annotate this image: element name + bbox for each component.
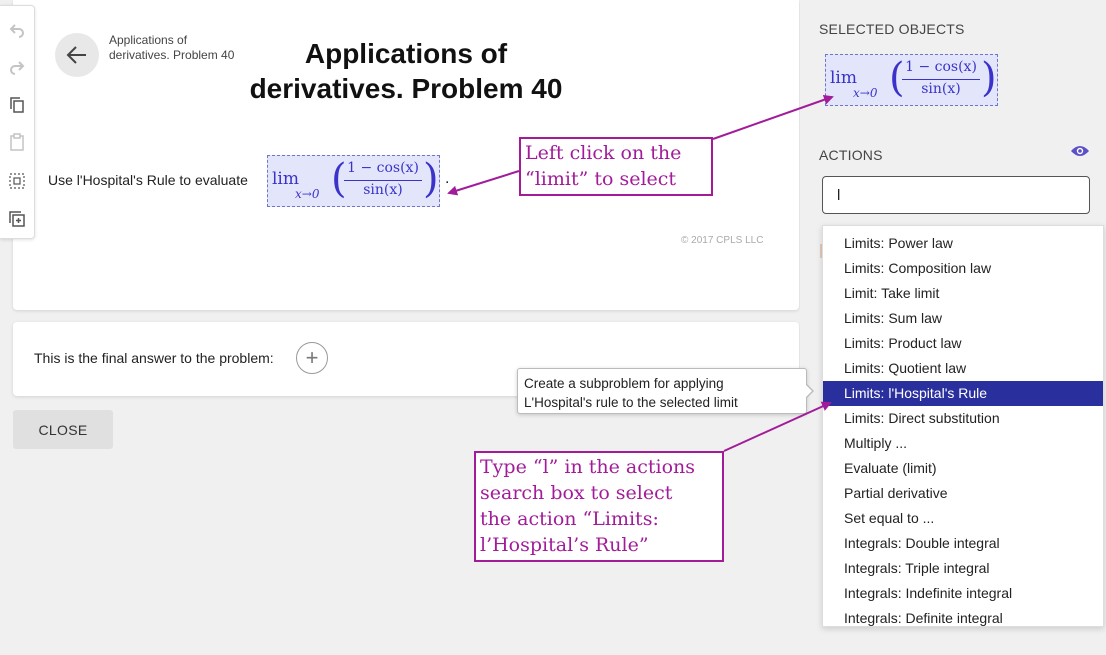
dropdown-item[interactable]: Limits: Direct substitution [823, 406, 1103, 431]
callout-line: Left click on the [525, 142, 682, 164]
dropdown-item[interactable]: Integrals: Triple integral [823, 556, 1103, 581]
fraction-bar [344, 180, 422, 181]
add-box-icon[interactable] [5, 207, 29, 231]
right-paren: ) [981, 55, 997, 101]
actions-search-input[interactable] [822, 176, 1090, 214]
add-answer-button[interactable]: + [296, 342, 328, 374]
left-toolbar [0, 5, 35, 239]
dropdown-item[interactable]: Limits: Power law [823, 231, 1103, 256]
type-l-callout: Type “l” in the actions search box to se… [474, 451, 724, 562]
trailing-period: . [445, 170, 450, 187]
arrow-left-icon [66, 46, 86, 64]
limit-subscript: x→0 [295, 187, 320, 201]
back-button[interactable] [55, 33, 99, 77]
limit-operator: lim [830, 68, 857, 88]
selected-limit-expression[interactable]: lim x→0 ( 1 − cos(x) sin(x) ) [825, 54, 998, 106]
fraction-numerator: 1 − cos(x) [905, 59, 977, 75]
dropdown-item-selected[interactable]: Limits: l'Hospital's Rule [823, 381, 1103, 406]
dropdown-item[interactable]: Integrals: Double integral [823, 531, 1103, 556]
dropdown-item[interactable]: Limits: Sum law [823, 306, 1103, 331]
dropdown-item[interactable]: Multiply ... [823, 431, 1103, 456]
actions-dropdown[interactable]: Limits: Power law Limits: Composition la… [822, 225, 1104, 627]
dropdown-item[interactable]: Set equal to ... [823, 506, 1103, 531]
callout-line: l’Hospital’s Rule” [480, 534, 649, 556]
problem-prompt: Use l'Hospital's Rule to evaluate [48, 172, 248, 188]
tooltip-line-1: Create a subproblem for applying [524, 376, 724, 391]
close-button[interactable]: CLOSE [13, 410, 113, 449]
fraction-denominator: sin(x) [921, 81, 961, 97]
fraction-numerator: 1 − cos(x) [347, 160, 419, 176]
copy-icon[interactable] [5, 93, 29, 117]
callout-line: “limit” to select [525, 168, 677, 190]
limit-operator: lim [272, 169, 299, 189]
eye-icon[interactable] [1070, 144, 1090, 163]
dropdown-item[interactable]: Limit: Take limit [823, 281, 1103, 306]
fraction-denominator: sin(x) [363, 182, 403, 198]
dropdown-item[interactable]: Integrals: Definite integral [823, 606, 1103, 626]
action-tooltip: Create a subproblem for applying L'Hospi… [517, 368, 814, 414]
dropdown-item[interactable]: Partial derivative [823, 481, 1103, 506]
limit-subscript: x→0 [853, 86, 878, 100]
tooltip-line-2: L'Hospital's rule to the selected limit [524, 395, 738, 410]
undo-icon[interactable] [5, 18, 29, 42]
page-title: Applications of derivatives. Problem 40 [249, 38, 563, 104]
callout-line: search box to select [480, 482, 673, 504]
dropdown-item[interactable]: Evaluate (limit) [823, 456, 1103, 481]
breadcrumb: Applications of derivatives. Problem 40 [109, 33, 235, 62]
callout-line: Type “l” in the actions [480, 456, 696, 478]
limit-expression[interactable]: lim x→0 ( 1 − cos(x) sin(x) ) [267, 155, 440, 207]
plus-icon: + [305, 345, 319, 370]
dropdown-item[interactable]: Limits: Composition law [823, 256, 1103, 281]
tooltip-pointer-inner [805, 384, 812, 398]
right-paren: ) [423, 156, 439, 202]
select-all-icon[interactable] [5, 169, 29, 193]
dropdown-item[interactable]: Limits: Product law [823, 331, 1103, 356]
select-limit-callout: Left click on the “limit” to select [519, 137, 713, 196]
paste-icon[interactable] [5, 130, 29, 154]
copyright: © 2017 CPLS LLC [681, 235, 764, 246]
fraction-bar [902, 79, 980, 80]
actions-header: ACTIONS [819, 147, 883, 163]
callout-line: the action “Limits: [480, 508, 659, 530]
selected-objects-header: SELECTED OBJECTS [819, 21, 965, 37]
dropdown-item[interactable]: Limits: Quotient law [823, 356, 1103, 381]
dropdown-item[interactable]: Integrals: Indefinite integral [823, 581, 1103, 606]
redo-icon[interactable] [5, 55, 29, 79]
answer-label: This is the final answer to the problem: [34, 350, 274, 366]
